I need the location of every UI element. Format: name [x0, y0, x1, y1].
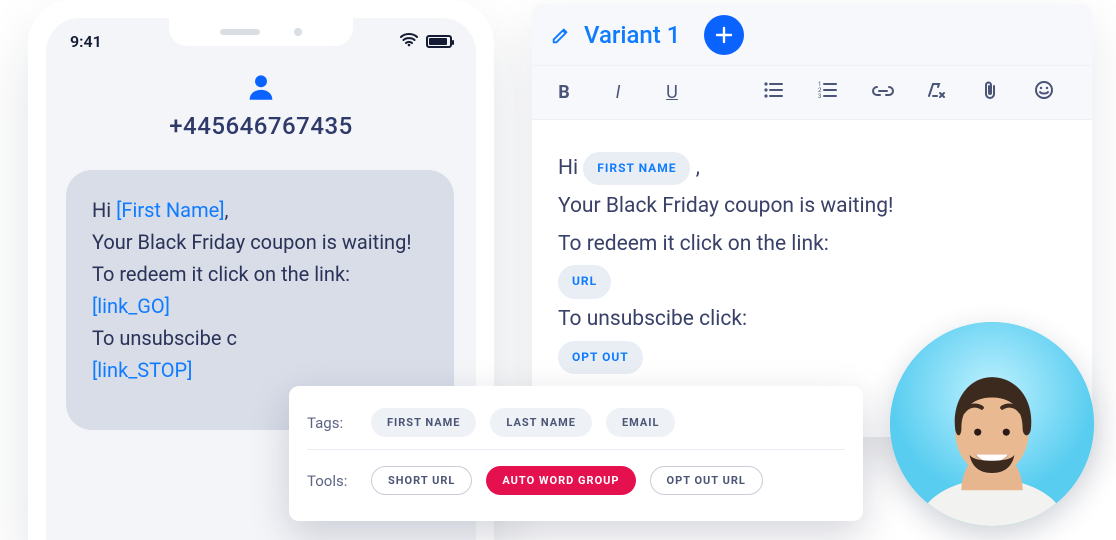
italic-button[interactable]: I: [608, 82, 628, 103]
emoji-button[interactable]: [1034, 80, 1054, 105]
sms-text: To unsubscibe: [92, 326, 226, 350]
sms-text: Your Black Friday coupon is waiting! To …: [92, 230, 412, 286]
attachment-button[interactable]: [980, 80, 1000, 105]
tools-row: Tools: SHORT URL AUTO WORD GROUP OPT OUT…: [307, 449, 845, 503]
tags-row: Tags: FIRST NAME LAST NAME EMAIL: [307, 400, 845, 445]
tool-auto-word-group[interactable]: AUTO WORD GROUP: [486, 466, 635, 495]
link-button[interactable]: [872, 82, 892, 103]
status-bar: 9:41: [46, 18, 476, 64]
clock: 9:41: [70, 32, 102, 51]
token-link-go: [link_GO]: [92, 294, 170, 318]
bold-button[interactable]: B: [554, 82, 574, 103]
avatar: [890, 322, 1094, 526]
edit-icon: [550, 24, 572, 46]
compose-text: To redeem it click on the link:: [558, 226, 1066, 264]
tags-label: Tags:: [307, 414, 357, 432]
pill-first-name[interactable]: FIRST NAME: [583, 152, 690, 186]
sms-text: ,: [225, 198, 229, 222]
tab-label: Variant 1: [584, 21, 680, 49]
tag-email[interactable]: EMAIL: [606, 408, 675, 437]
tag-first-name[interactable]: FIRST NAME: [371, 408, 476, 437]
contact-header: +445646767435: [46, 64, 476, 154]
avatar-illustration: [890, 322, 1094, 526]
person-icon: [244, 70, 278, 104]
compose-text: Your Black Friday coupon is waiting!: [558, 188, 1066, 226]
plus-icon: [715, 26, 733, 44]
pill-url[interactable]: URL: [558, 265, 611, 299]
tool-opt-out-url[interactable]: OPT OUT URL: [650, 466, 763, 495]
underline-button[interactable]: U: [662, 82, 682, 103]
numbered-list-button[interactable]: 123: [818, 81, 838, 104]
battery-icon: [426, 35, 452, 48]
clear-format-button[interactable]: [926, 81, 946, 104]
compose-text: Hi: [558, 156, 583, 180]
editor-toolbar: B I U 123: [532, 66, 1092, 120]
tool-short-url[interactable]: SHORT URL: [371, 466, 472, 495]
sms-text: c: [226, 326, 236, 350]
token-first-name: [First Name]: [116, 198, 224, 222]
tag-last-name[interactable]: LAST NAME: [490, 408, 592, 437]
pill-opt-out[interactable]: OPT OUT: [558, 341, 643, 375]
tools-label: Tools:: [307, 472, 357, 490]
add-variant-button[interactable]: [704, 15, 744, 55]
compose-text: ,: [696, 156, 700, 180]
tab-variant-1[interactable]: Variant 1: [550, 21, 680, 49]
svg-text:3: 3: [818, 93, 821, 99]
wifi-icon: [400, 32, 418, 51]
bullet-list-button[interactable]: [764, 81, 784, 104]
tags-tools-card: Tags: FIRST NAME LAST NAME EMAIL Tools: …: [289, 386, 863, 521]
token-link-stop: [link_STOP]: [92, 358, 192, 382]
phone-number: +445646767435: [46, 112, 476, 140]
editor-tabs: Variant 1: [532, 4, 1092, 66]
sms-text: Hi: [92, 198, 116, 222]
